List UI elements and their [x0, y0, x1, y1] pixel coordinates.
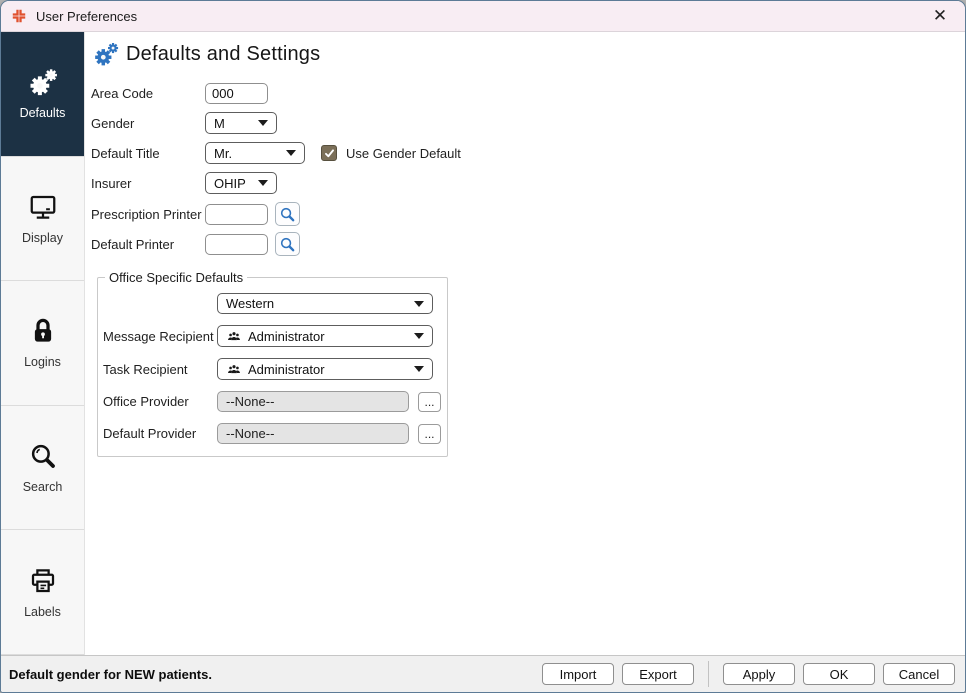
office-group-legend: Office Specific Defaults: [109, 270, 244, 285]
insurer-label: Insurer: [91, 175, 132, 191]
lock-icon: [34, 319, 51, 343]
prescription-printer-label: Prescription Printer: [91, 206, 202, 222]
message-recipient-label: Message Recipient: [103, 328, 214, 344]
default-title-label: Default Title: [91, 145, 160, 161]
default-provider-field: --None--: [217, 423, 409, 444]
office-dropdown[interactable]: Western: [217, 293, 433, 314]
office-provider-label: Office Provider: [103, 394, 189, 409]
footer-bar: Default gender for NEW patients. Import …: [1, 655, 965, 692]
gears-icon: [95, 43, 119, 66]
office-provider-browse-button[interactable]: ...: [418, 391, 441, 412]
sidebar-item-label: Search: [22, 480, 63, 495]
chevron-down-icon: [258, 180, 268, 186]
sidebar-item-logins[interactable]: Logins: [1, 281, 84, 406]
sidebar-item-display[interactable]: Display: [1, 157, 84, 282]
sidebar-item-label: Defaults: [19, 106, 66, 121]
default-provider-label: Default Provider: [103, 426, 197, 441]
cancel-button[interactable]: Cancel: [883, 663, 955, 685]
chevron-down-icon: [258, 120, 268, 126]
office-value: Western: [226, 296, 275, 311]
page-heading: Defaults and Settings: [93, 41, 965, 67]
gears-icon: [30, 69, 57, 96]
printer-icon: [31, 568, 54, 592]
magnifier-icon: [31, 444, 55, 468]
apply-button[interactable]: Apply: [723, 663, 795, 685]
insurer-dropdown[interactable]: OHIP: [205, 172, 277, 194]
message-recipient-value: Administrator: [248, 328, 325, 344]
ok-button[interactable]: OK: [803, 663, 875, 685]
people-group-icon: [228, 364, 240, 373]
sidebar-item-defaults[interactable]: Defaults: [1, 32, 84, 157]
footer-buttons: Import Export Apply OK Cancel: [542, 661, 955, 687]
chevron-down-icon: [414, 300, 424, 307]
office-specific-defaults-group: Office Specific Defaults Western Message…: [97, 270, 448, 457]
office-provider-field: --None--: [217, 391, 409, 412]
sidebar-item-labels[interactable]: Labels: [1, 530, 84, 655]
prescription-printer-search-button[interactable]: [275, 202, 300, 226]
task-recipient-dropdown[interactable]: Administrator: [217, 358, 433, 380]
window-title: User Preferences: [36, 8, 138, 24]
message-recipient-dropdown[interactable]: Administrator: [217, 325, 433, 347]
default-printer-search-button[interactable]: [275, 232, 300, 256]
insurer-value: OHIP: [214, 175, 246, 191]
chevron-down-icon: [414, 366, 424, 372]
default-title-dropdown[interactable]: Mr.: [205, 142, 305, 164]
people-group-icon: [228, 331, 240, 340]
task-recipient-value: Administrator: [248, 361, 325, 377]
sidebar-item-label: Display: [22, 230, 63, 245]
default-printer-input[interactable]: [205, 233, 268, 255]
button-divider: [708, 661, 709, 687]
gender-dropdown[interactable]: M: [205, 112, 277, 134]
titlebar[interactable]: User Preferences ✕: [1, 1, 965, 32]
search-icon: [280, 207, 295, 221]
check-icon: [324, 148, 334, 157]
sidebar: Defaults Display Logins Search Labels: [1, 32, 85, 655]
default-printer-label: Default Printer: [91, 236, 175, 252]
monitor-icon: [30, 195, 55, 219]
sidebar-item-label: Labels: [24, 604, 61, 619]
user-preferences-dialog: User Preferences ✕ Defaults Display Logi…: [0, 0, 966, 693]
gender-label: Gender: [91, 115, 135, 131]
sidebar-item-search[interactable]: Search: [1, 406, 84, 531]
search-icon: [280, 237, 295, 251]
task-recipient-label: Task Recipient: [103, 361, 188, 377]
sidebar-item-label: Logins: [24, 355, 61, 370]
chevron-down-icon: [286, 150, 296, 156]
gender-value: M: [214, 115, 225, 131]
page-title: Defaults and Settings: [126, 42, 321, 65]
use-gender-default-checkbox[interactable]: [321, 145, 337, 161]
status-text: Default gender for NEW patients.: [9, 666, 212, 682]
export-button[interactable]: Export: [622, 663, 694, 685]
chevron-down-icon: [414, 333, 424, 339]
area-code-input[interactable]: [205, 83, 268, 104]
area-code-label: Area Code: [91, 86, 154, 101]
default-title-value: Mr.: [214, 145, 233, 161]
content-panel: Defaults and Settings Area Code Gender M…: [85, 32, 965, 655]
prescription-printer-input[interactable]: [205, 203, 268, 225]
default-provider-browse-button[interactable]: ...: [418, 423, 441, 444]
app-collapse-icon: [12, 9, 26, 23]
use-gender-default-label: Use Gender Default: [346, 145, 461, 161]
import-button[interactable]: Import: [542, 663, 614, 685]
close-icon[interactable]: ✕: [925, 3, 955, 29]
